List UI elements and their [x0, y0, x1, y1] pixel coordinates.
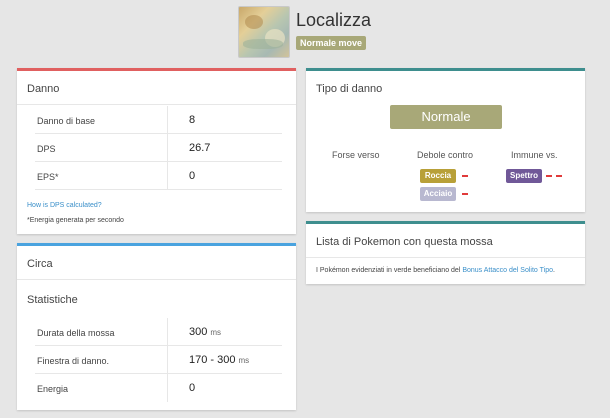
stat-unit: ms [238, 356, 250, 365]
stat-value: 0 [189, 170, 196, 182]
stat-value: 26.7 [189, 142, 211, 154]
stat-label: Finestra di danno. [37, 356, 110, 366]
stat-value: 0 [189, 382, 196, 394]
stat-row-duration: Durata della mossa 300 ms [35, 318, 282, 346]
type-acciaio-badge[interactable]: Acciaio [420, 187, 456, 201]
stat-row-eps: EPS* 0 [35, 162, 282, 190]
stat-label: DPS [37, 144, 56, 154]
dps-calc-link[interactable]: How is DPS calculated? [27, 202, 102, 209]
damage-type-title: Tipo di danno [316, 83, 383, 95]
stat-label: Durata della mossa [37, 328, 115, 338]
pokemon-list-title: Lista di Pokemon con questa mossa [316, 236, 493, 248]
about-card-title: Circa [27, 258, 53, 270]
stat-row-dps: DPS 26.7 [35, 134, 282, 162]
move-header: Localizza Normale move [238, 6, 488, 58]
damage-card: Danno Danno di base 8 DPS 26.7 EPS* 0 Ho… [17, 68, 296, 234]
type-normale-badge[interactable]: Normale [390, 105, 502, 129]
stat-label: Danno di base [37, 116, 96, 126]
stat-row-energy: Energia 0 [35, 374, 282, 402]
col-header-strong: Forse verso [332, 150, 380, 160]
stab-bonus-link[interactable]: Bonus Attacco del Solito Tipo [462, 267, 553, 274]
immune-marker [546, 175, 552, 177]
damage-type-card: Tipo di danno Normale Forse verso Debole… [306, 68, 585, 212]
type-spettro-badge[interactable]: Spettro [506, 169, 542, 183]
stat-row-base-damage: Danno di base 8 [35, 106, 282, 134]
stat-value: 300 ms [189, 326, 222, 338]
immune-marker [556, 175, 562, 177]
col-header-weak: Debole contro [417, 150, 474, 160]
damage-card-title: Danno [27, 83, 60, 95]
stat-value: 8 [189, 114, 196, 126]
type-roccia-badge[interactable]: Roccia [420, 169, 456, 183]
stab-info-text: I Pokémon evidenziati in verde beneficia… [316, 267, 555, 274]
stat-label: EPS* [37, 172, 59, 182]
page-title: Localizza [296, 10, 372, 30]
weak-marker [462, 193, 468, 195]
stat-label: Energia [37, 384, 69, 394]
eps-footnote: *Energia generata per secondo [27, 217, 124, 224]
col-header-immune: Immune vs. [511, 150, 558, 160]
stat-value: 170 - 300 ms [189, 354, 250, 366]
stats-subtitle: Statistiche [27, 294, 78, 306]
about-card: Circa Statistiche Durata della mossa 300… [17, 243, 296, 410]
stat-unit: ms [210, 328, 222, 337]
pokemon-list-card: Lista di Pokemon con questa mossa I Poké… [306, 221, 585, 284]
stat-row-damage-window: Finestra di danno. 170 - 300 ms [35, 346, 282, 374]
weak-marker [462, 175, 468, 177]
move-type-badge: Normale move [296, 36, 367, 50]
move-image [238, 6, 290, 58]
